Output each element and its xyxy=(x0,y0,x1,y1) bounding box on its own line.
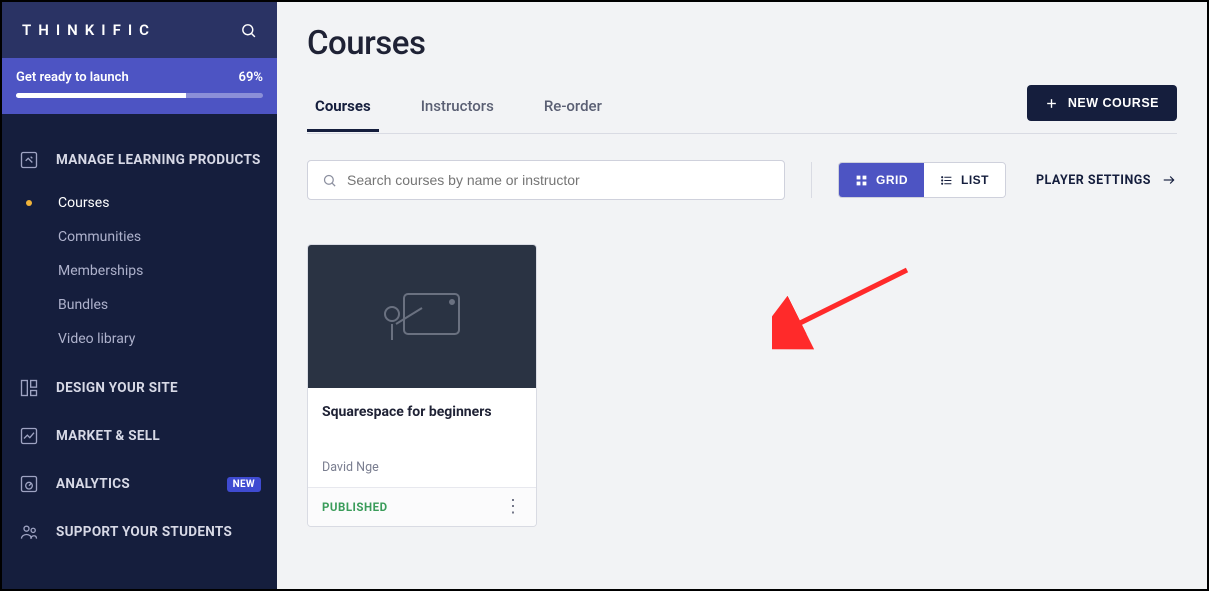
grid-icon xyxy=(855,174,868,187)
more-menu-icon[interactable]: ⋮ xyxy=(504,498,522,516)
sidebar-item-courses[interactable]: Courses xyxy=(2,186,277,220)
nav: MANAGE LEARNING PRODUCTS Courses Communi… xyxy=(2,114,277,556)
sidebar-item-communities[interactable]: Communities xyxy=(2,220,277,254)
progress-label: Get ready to launch xyxy=(16,70,129,85)
plus-icon xyxy=(1045,97,1058,110)
brand-logo: THINKIFIC xyxy=(22,21,156,39)
sidebar-header: THINKIFIC xyxy=(2,2,277,58)
course-card[interactable]: Squarespace for beginners David Nge PUBL… xyxy=(307,244,537,527)
sidebar: THINKIFIC Get ready to launch 69% MANAGE… xyxy=(2,2,277,589)
nav-section-analytics[interactable]: ANALYTICS NEW xyxy=(2,460,277,508)
gauge-icon xyxy=(18,474,40,494)
sidebar-item-video-library[interactable]: Video library xyxy=(2,322,277,356)
nav-section-market[interactable]: MARKET & SELL xyxy=(2,412,277,460)
sidebar-item-label: Courses xyxy=(58,195,109,211)
nav-section-label: DESIGN YOUR SITE xyxy=(56,380,178,396)
nav-section-label: MARKET & SELL xyxy=(56,428,160,444)
sidebar-item-bundles[interactable]: Bundles xyxy=(2,288,277,322)
course-thumbnail xyxy=(308,245,536,388)
view-list-button[interactable]: LIST xyxy=(924,163,1005,197)
edit-square-icon xyxy=(18,150,40,170)
search-icon xyxy=(322,173,337,188)
course-cards: Squarespace for beginners David Nge PUBL… xyxy=(307,244,1177,527)
tab-courses[interactable]: Courses xyxy=(307,87,379,132)
sidebar-item-label: Bundles xyxy=(58,297,108,313)
nav-section-design[interactable]: DESIGN YOUR SITE xyxy=(2,364,277,412)
player-settings-link[interactable]: PLAYER SETTINGS xyxy=(1036,173,1177,188)
arrow-right-icon xyxy=(1161,173,1177,187)
progress-percent: 69% xyxy=(239,70,263,85)
tab-reorder[interactable]: Re-order xyxy=(536,87,610,132)
course-search-input[interactable] xyxy=(347,172,770,188)
page-title: Courses xyxy=(307,24,1177,63)
view-toggle: GRID LIST xyxy=(838,162,1006,198)
divider xyxy=(811,162,812,198)
main-content: Courses Courses Instructors Re-order NEW… xyxy=(277,2,1207,589)
view-grid-label: GRID xyxy=(876,173,908,187)
chart-up-icon xyxy=(18,426,40,446)
nav-section-label: MANAGE LEARNING PRODUCTS xyxy=(56,152,261,168)
sidebar-item-label: Communities xyxy=(58,229,141,245)
nav-section-label: SUPPORT YOUR STUDENTS xyxy=(56,524,232,540)
sidebar-item-memberships[interactable]: Memberships xyxy=(2,254,277,288)
progress-fill xyxy=(16,93,186,98)
layout-icon xyxy=(18,378,40,398)
onboarding-progress[interactable]: Get ready to launch 69% xyxy=(2,58,277,114)
course-search[interactable] xyxy=(307,160,785,200)
active-dot-icon xyxy=(26,200,32,206)
progress-bar xyxy=(16,93,263,98)
new-badge: NEW xyxy=(227,477,261,492)
new-course-label: NEW COURSE xyxy=(1068,96,1159,110)
subnav-learning: Courses Communities Memberships Bundles … xyxy=(2,184,277,364)
course-title: Squarespace for beginners xyxy=(322,404,522,420)
tab-instructors[interactable]: Instructors xyxy=(413,87,502,132)
course-card-body: Squarespace for beginners David Nge xyxy=(308,388,536,487)
course-status: PUBLISHED xyxy=(322,500,388,514)
controls-row: GRID LIST PLAYER SETTINGS xyxy=(307,160,1177,200)
player-settings-label: PLAYER SETTINGS xyxy=(1036,173,1151,188)
view-list-label: LIST xyxy=(961,173,989,187)
new-course-button[interactable]: NEW COURSE xyxy=(1027,85,1177,121)
sidebar-item-label: Memberships xyxy=(58,263,143,279)
view-grid-button[interactable]: GRID xyxy=(839,163,924,197)
nav-section-manage-learning[interactable]: MANAGE LEARNING PRODUCTS xyxy=(2,136,277,184)
people-icon xyxy=(18,522,40,542)
tabs: Courses Instructors Re-order xyxy=(307,87,610,131)
list-icon xyxy=(940,174,953,187)
course-card-footer: PUBLISHED ⋮ xyxy=(308,487,536,526)
tabs-row: Courses Instructors Re-order NEW COURSE xyxy=(307,85,1177,134)
search-icon[interactable] xyxy=(240,22,257,39)
nav-section-support[interactable]: SUPPORT YOUR STUDENTS xyxy=(2,508,277,556)
course-author: David Nge xyxy=(322,460,522,475)
nav-section-label: ANALYTICS xyxy=(56,476,130,492)
sidebar-item-label: Video library xyxy=(58,331,135,347)
